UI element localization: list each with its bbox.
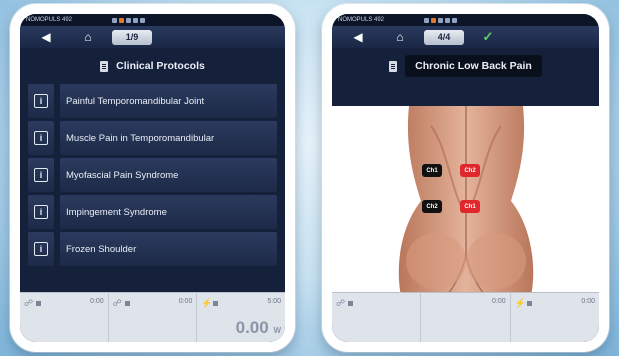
info-icon: i bbox=[34, 242, 48, 256]
status-bar: NOMOPULS 492 bbox=[332, 14, 599, 26]
channel-1-status[interactable]: ☍ 0:00 bbox=[20, 293, 109, 342]
protocol-label[interactable]: Myofascial Pain Syndrome bbox=[60, 158, 277, 192]
page-title: Chronic Low Back Pain bbox=[332, 48, 599, 84]
list-item[interactable]: i Muscle Pain in Temporomandibular bbox=[28, 121, 277, 155]
power-unit: W bbox=[273, 326, 282, 335]
info-button[interactable]: i bbox=[28, 158, 54, 192]
channel-2-status[interactable]: ☍ 0:00 bbox=[109, 293, 198, 342]
confirm-button[interactable]: ✓ bbox=[470, 29, 506, 45]
protocol-label[interactable]: Frozen Shoulder bbox=[60, 232, 277, 266]
page-indicator: 4/4 bbox=[424, 29, 464, 45]
back-button[interactable]: ◀ bbox=[340, 29, 376, 45]
home-icon: ⌂ bbox=[84, 30, 92, 44]
left-device-frame: NOMOPULS 492 ◀ ⌂ 1/9 Clinical Protocols … bbox=[10, 4, 295, 352]
info-icon: i bbox=[34, 94, 48, 108]
power-value: 0.00 bbox=[235, 318, 269, 337]
probe-icon: ☍ bbox=[24, 298, 34, 308]
probe-icon: ☍ bbox=[112, 298, 122, 308]
back-arrow-icon: ◀ bbox=[353, 30, 363, 44]
left-screen: NOMOPULS 492 ◀ ⌂ 1/9 Clinical Protocols … bbox=[20, 14, 285, 342]
info-icon: i bbox=[34, 205, 48, 219]
info-button[interactable]: i bbox=[28, 84, 54, 118]
page-title: Clinical Protocols bbox=[20, 48, 285, 84]
channel-indicator bbox=[112, 17, 146, 23]
info-button[interactable]: i bbox=[28, 195, 54, 229]
channel-3-status[interactable]: ⚡ 0:00 bbox=[511, 293, 599, 342]
device-name: NOMOPULS 492 bbox=[26, 17, 73, 23]
nav-bar: ◀ ⌂ 1/9 bbox=[20, 26, 285, 48]
channel-3-status[interactable]: ⚡ 5:00 0.00 W bbox=[197, 293, 285, 342]
right-device-frame: NOMOPULS 492 ◀ ⌂ 4/4 ✓ Chronic Low Back … bbox=[322, 4, 609, 352]
page-title-text: Chronic Low Back Pain bbox=[405, 55, 542, 77]
page-indicator: 1/9 bbox=[112, 29, 152, 45]
channel-2-time: 0:00 bbox=[178, 298, 193, 305]
info-button[interactable]: i bbox=[28, 121, 54, 155]
channel-2-time: 0:00 bbox=[492, 298, 506, 305]
info-button[interactable]: i bbox=[28, 232, 54, 266]
channel-1-time: 0:00 bbox=[90, 298, 104, 305]
list-item[interactable]: i Frozen Shoulder bbox=[28, 232, 277, 266]
probe-icon: ☍ bbox=[336, 298, 346, 308]
protocol-label[interactable]: Muscle Pain in Temporomandibular bbox=[60, 121, 277, 155]
list-item[interactable]: i Myofascial Pain Syndrome bbox=[28, 158, 277, 192]
channel-status-bar: ☍ 0:00 ☍ 0:00 ⚡ 5:00 0.00 W bbox=[20, 292, 285, 342]
power-readout: 0.00 W bbox=[236, 318, 281, 338]
check-icon: ✓ bbox=[482, 29, 494, 44]
page-title-text: Clinical Protocols bbox=[116, 60, 205, 72]
channel-1-status[interactable]: ☍ bbox=[332, 293, 422, 342]
right-screen: NOMOPULS 492 ◀ ⌂ 4/4 ✓ Chronic Low Back … bbox=[332, 14, 599, 342]
protocol-list: i Painful Temporomandibular Joint i Musc… bbox=[20, 84, 285, 266]
electrode-ch2-upper-right: Ch2 bbox=[460, 164, 480, 177]
electrode-ch1-lower-right: Ch1 bbox=[460, 200, 480, 213]
home-button[interactable]: ⌂ bbox=[70, 29, 106, 45]
channel-2-status[interactable]: 0:00 bbox=[421, 293, 511, 342]
electrode-ch2-lower-left: Ch2 bbox=[422, 200, 442, 213]
document-icon bbox=[100, 60, 109, 72]
protocol-label[interactable]: Impingement Syndrome bbox=[60, 195, 277, 229]
info-icon: i bbox=[34, 168, 48, 182]
channel-3-time: 5:00 bbox=[267, 298, 282, 305]
list-item[interactable]: i Impingement Syndrome bbox=[28, 195, 277, 229]
nav-bar: ◀ ⌂ 4/4 ✓ bbox=[332, 26, 599, 48]
list-item[interactable]: i Painful Temporomandibular Joint bbox=[28, 84, 277, 118]
channel-indicator bbox=[424, 17, 458, 23]
laser-icon: ⚡ bbox=[514, 298, 526, 308]
home-button[interactable]: ⌂ bbox=[382, 29, 418, 45]
status-bar: NOMOPULS 492 bbox=[20, 14, 285, 26]
document-icon bbox=[389, 60, 398, 72]
home-icon: ⌂ bbox=[396, 30, 404, 44]
electrode-ch1-upper-left: Ch1 bbox=[422, 164, 442, 177]
device-name: NOMOPULS 492 bbox=[338, 17, 385, 23]
anatomy-image: Ch1 Ch2 Ch2 Ch1 bbox=[332, 106, 599, 296]
back-arrow-icon: ◀ bbox=[41, 30, 51, 44]
channel-3-time: 0:00 bbox=[581, 298, 595, 305]
channel-status-bar: ☍ 0:00 ⚡ 0:00 bbox=[332, 292, 599, 342]
laser-icon: ⚡ bbox=[201, 298, 213, 308]
info-icon: i bbox=[34, 131, 48, 145]
back-button[interactable]: ◀ bbox=[28, 29, 64, 45]
protocol-label[interactable]: Painful Temporomandibular Joint bbox=[60, 84, 277, 118]
